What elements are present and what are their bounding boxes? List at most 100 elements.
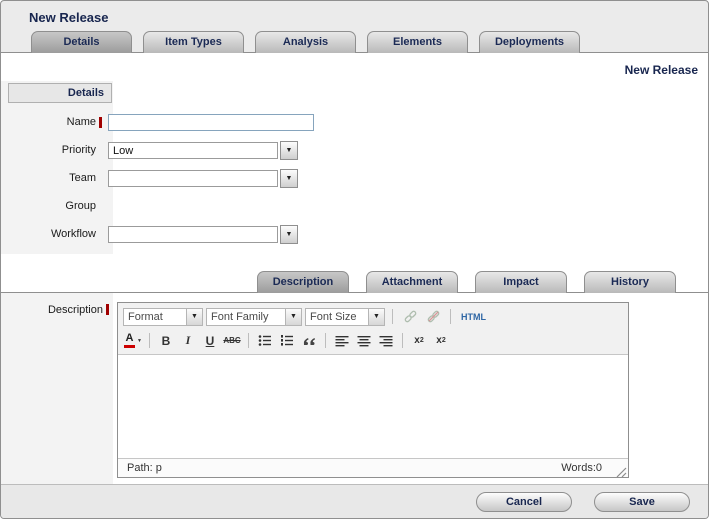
font-family-dropdown[interactable]: Font Family ▼ xyxy=(206,308,302,326)
font-family-dropdown-button[interactable]: ▼ xyxy=(285,309,301,325)
blockquote-button[interactable] xyxy=(299,331,319,350)
numbered-list-icon xyxy=(280,334,294,347)
required-marker-icon xyxy=(106,304,109,315)
blockquote-icon xyxy=(302,335,316,347)
workflow-value xyxy=(108,226,278,243)
strikethrough-button[interactable]: ABC xyxy=(222,331,242,350)
footer-action-bar: Cancel Save xyxy=(1,484,708,518)
bullet-list-button[interactable] xyxy=(255,331,275,350)
spacer xyxy=(1,254,708,270)
workflow-select[interactable]: ▼ xyxy=(108,225,298,244)
team-value xyxy=(108,170,278,187)
priority-label: Priority xyxy=(1,144,96,156)
toolbar-separator xyxy=(149,333,150,348)
team-dropdown-button[interactable]: ▼ xyxy=(280,169,298,188)
toolbar-separator xyxy=(402,333,403,348)
bullet-list-icon xyxy=(258,334,272,347)
html-source-button[interactable]: HTML xyxy=(458,312,489,322)
format-dropdown-button[interactable]: ▼ xyxy=(186,309,202,325)
chevron-down-icon: ▼ xyxy=(373,313,380,320)
description-label-cell: Description xyxy=(1,302,115,478)
description-section: Description Format ▼ Font Family ▼ Font … xyxy=(1,293,708,484)
align-left-button[interactable] xyxy=(332,331,352,350)
name-input[interactable] xyxy=(108,114,314,131)
underline-button[interactable]: U xyxy=(200,331,220,350)
workflow-dropdown-button[interactable]: ▼ xyxy=(280,225,298,244)
subscript-button[interactable]: x2 xyxy=(409,331,429,350)
font-size-dropdown-value: Font Size xyxy=(306,309,368,325)
resize-handle[interactable] xyxy=(616,465,627,476)
unlink-icon xyxy=(426,309,441,324)
priority-dropdown-button[interactable]: ▼ xyxy=(280,141,298,160)
chevron-down-icon: ▼ xyxy=(286,231,293,238)
field-row-name: Name xyxy=(1,108,708,136)
chevron-down-icon: ▼ xyxy=(286,147,293,154)
name-label: Name xyxy=(1,116,96,128)
content-panel: New Release Details Name Priority Low ▼ … xyxy=(1,52,708,484)
tab-impact[interactable]: Impact xyxy=(475,271,567,293)
align-right-button[interactable] xyxy=(376,331,396,350)
format-dropdown[interactable]: Format ▼ xyxy=(123,308,203,326)
align-right-icon xyxy=(379,335,393,347)
tab-details[interactable]: Details xyxy=(31,31,132,53)
text-color-button[interactable]: A ▼ xyxy=(123,331,143,350)
editor-toolbar-row2: A ▼ B I U ABC xyxy=(118,328,628,354)
numbered-list-button[interactable] xyxy=(277,331,297,350)
tab-analysis[interactable]: Analysis xyxy=(255,31,356,53)
editor-toolbar-row1: Format ▼ Font Family ▼ Font Size ▼ xyxy=(118,303,628,328)
field-row-group: Group xyxy=(1,192,708,220)
toolbar-separator xyxy=(248,333,249,348)
page-subtitle: New Release xyxy=(1,53,708,81)
description-edit-area[interactable] xyxy=(118,354,628,458)
editor-word-count: Words:0 xyxy=(561,462,602,474)
tab-deployments[interactable]: Deployments xyxy=(479,31,580,53)
align-center-button[interactable] xyxy=(354,331,374,350)
team-label: Team xyxy=(1,172,96,184)
chevron-down-icon: ▼ xyxy=(137,338,142,344)
field-row-priority: Priority Low ▼ xyxy=(1,136,708,164)
details-form: Details Name Priority Low ▼ Team ▼ xyxy=(1,81,708,254)
bold-button[interactable]: B xyxy=(156,331,176,350)
align-center-icon xyxy=(357,335,371,347)
details-section-header: Details xyxy=(8,83,112,103)
tab-item-types[interactable]: Item Types xyxy=(143,31,244,53)
font-size-dropdown[interactable]: Font Size ▼ xyxy=(305,308,385,326)
format-dropdown-value: Format xyxy=(124,309,186,325)
link-icon xyxy=(403,309,418,324)
insert-link-button[interactable] xyxy=(400,307,420,326)
tab-history[interactable]: History xyxy=(584,271,676,293)
font-family-dropdown-value: Font Family xyxy=(207,309,285,325)
page-title: New Release xyxy=(1,1,708,30)
required-marker-icon xyxy=(99,117,102,128)
tab-attachment[interactable]: Attachment xyxy=(366,271,458,293)
tab-elements[interactable]: Elements xyxy=(367,31,468,53)
resize-grip-icon xyxy=(616,467,627,478)
remove-link-button[interactable] xyxy=(423,307,443,326)
editor-path-status: Path: p xyxy=(127,462,162,474)
group-label: Group xyxy=(1,200,96,212)
tab-description[interactable]: Description xyxy=(257,271,349,293)
required-slot xyxy=(96,117,108,128)
field-row-workflow: Workflow ▼ xyxy=(1,220,708,248)
chevron-down-icon: ▼ xyxy=(191,313,198,320)
toolbar-separator xyxy=(392,309,393,324)
field-row-team: Team ▼ xyxy=(1,164,708,192)
main-tab-bar: Details Item Types Analysis Elements Dep… xyxy=(1,30,708,52)
chevron-down-icon: ▼ xyxy=(286,175,293,182)
italic-button[interactable]: I xyxy=(178,331,198,350)
editor-tab-bar: Description Attachment Impact History xyxy=(1,270,708,293)
chevron-down-icon: ▼ xyxy=(290,313,297,320)
cancel-button[interactable]: Cancel xyxy=(476,492,572,512)
new-release-window: New Release Details Item Types Analysis … xyxy=(0,0,709,519)
font-size-dropdown-button[interactable]: ▼ xyxy=(368,309,384,325)
priority-value: Low xyxy=(108,142,278,159)
toolbar-separator xyxy=(450,309,451,324)
toolbar-separator xyxy=(325,333,326,348)
priority-select[interactable]: Low ▼ xyxy=(108,141,298,160)
superscript-button[interactable]: x2 xyxy=(431,331,451,350)
editor-status-bar: Path: p Words:0 xyxy=(118,458,628,477)
workflow-label: Workflow xyxy=(1,228,96,240)
align-left-icon xyxy=(335,335,349,347)
team-select[interactable]: ▼ xyxy=(108,169,298,188)
save-button[interactable]: Save xyxy=(594,492,690,512)
